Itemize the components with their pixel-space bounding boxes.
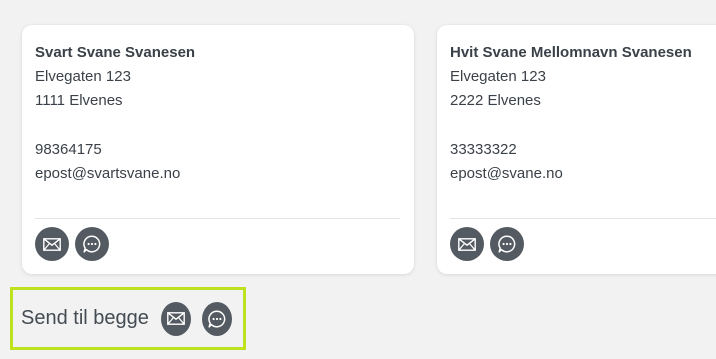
contact-postal: 2222 Elvenes xyxy=(450,92,541,109)
envelope-icon xyxy=(43,237,61,251)
send-sms-button[interactable] xyxy=(490,227,524,261)
contact-details: Svart Svane Svanesen Elvegaten 123 1111 … xyxy=(35,41,400,186)
send-sms-button[interactable] xyxy=(75,227,109,261)
send-to-both-panel: Send til begge xyxy=(10,287,246,350)
send-to-both-label: Send til begge xyxy=(21,307,149,329)
contact-card: Hvit Svane Mellomnavn Svanesen Elvegaten… xyxy=(437,25,716,274)
contact-address: Elvegaten 123 xyxy=(35,68,131,85)
contact-phone: 98364175 xyxy=(35,141,102,158)
contact-actions xyxy=(35,227,109,261)
contact-details: Hvit Svane Mellomnavn Svanesen Elvegaten… xyxy=(450,41,716,186)
contact-card: Svart Svane Svanesen Elvegaten 123 1111 … xyxy=(22,25,414,274)
contact-name: Hvit Svane Mellomnavn Svanesen xyxy=(450,44,692,61)
card-divider xyxy=(450,218,716,219)
envelope-icon xyxy=(458,237,476,251)
chat-bubble-icon xyxy=(208,309,226,328)
contact-email: epost@svartsvane.no xyxy=(35,165,181,182)
contact-actions xyxy=(450,227,524,261)
card-divider xyxy=(35,218,400,219)
contact-postal: 1111 Elvenes xyxy=(35,92,123,109)
send-both-email-button[interactable] xyxy=(160,301,191,336)
envelope-icon xyxy=(167,312,185,325)
chat-bubble-icon xyxy=(498,235,516,253)
send-both-sms-button[interactable] xyxy=(201,301,232,336)
send-email-button[interactable] xyxy=(450,227,484,261)
chat-bubble-icon xyxy=(83,235,101,253)
send-email-button[interactable] xyxy=(35,227,69,261)
contact-email: epost@svane.no xyxy=(450,165,563,182)
contact-name: Svart Svane Svanesen xyxy=(35,44,196,61)
contact-address: Elvegaten 123 xyxy=(450,68,546,85)
contact-phone: 33333322 xyxy=(450,141,517,158)
